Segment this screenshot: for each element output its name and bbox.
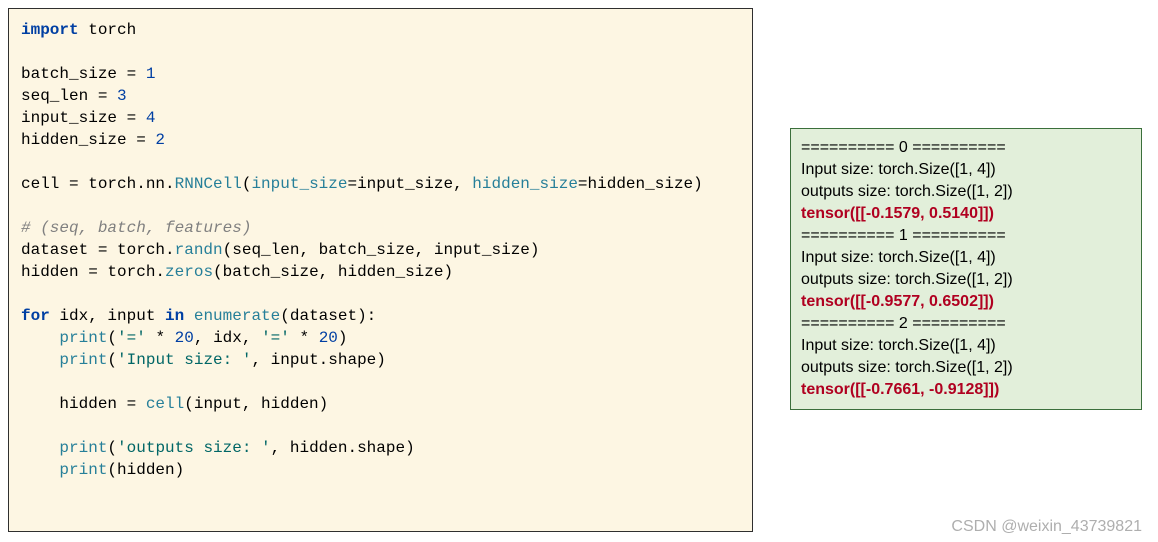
output-input-size: Input size: torch.Size([1, 4]): [801, 247, 1131, 269]
output-outputs-size: outputs size: torch.Size([1, 2]): [801, 181, 1131, 203]
output-tensor: tensor([[-0.1579, 0.5140]]): [801, 203, 1131, 225]
kw-import: import: [21, 21, 79, 39]
output-tensor: tensor([[-0.7661, -0.9128]]): [801, 379, 1131, 401]
output-outputs-size: outputs size: torch.Size([1, 2]): [801, 269, 1131, 291]
output-outputs-size: outputs size: torch.Size([1, 2]): [801, 357, 1131, 379]
output-input-size: Input size: torch.Size([1, 4]): [801, 335, 1131, 357]
output-sep: ========== 0 ==========: [801, 137, 1131, 159]
watermark: CSDN @weixin_43739821: [951, 518, 1142, 536]
output-panel: ========== 0 ========== Input size: torc…: [790, 128, 1142, 410]
output-tensor: tensor([[-0.9577, 0.6502]]): [801, 291, 1131, 313]
comment: # (seq, batch, features): [21, 219, 251, 237]
code-content: import torch batch_size = 1 seq_len = 3 …: [21, 21, 703, 479]
kw-in: in: [165, 307, 184, 325]
output-sep: ========== 1 ==========: [801, 225, 1131, 247]
output-input-size: Input size: torch.Size([1, 4]): [801, 159, 1131, 181]
kw-for: for: [21, 307, 50, 325]
output-sep: ========== 2 ==========: [801, 313, 1131, 335]
code-panel: import torch batch_size = 1 seq_len = 3 …: [8, 8, 753, 532]
